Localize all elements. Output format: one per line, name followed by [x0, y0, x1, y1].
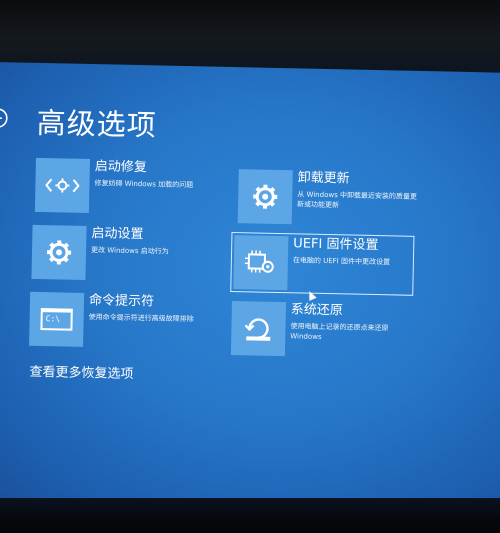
tile-uefi-firmware-settings[interactable]: UEFI 固件设置 在电脑的 UEFI 固件中更改设置 [230, 231, 415, 296]
chip-gear-icon [233, 235, 289, 291]
back-arrow-icon [0, 108, 8, 128]
gear-icon [31, 224, 87, 280]
tile-description: 修复妨碍 Windows 加载的问题 [94, 179, 194, 190]
tile-title: 卸载更新 [297, 170, 350, 187]
tile-description: 使用命令提示符进行高级故障排除 [88, 313, 194, 324]
tile-title: 命令提示符 [88, 293, 155, 310]
tile-description: 在电脑的 UEFI 固件中更改设置 [292, 256, 391, 267]
tile-title: 系统还原 [290, 302, 344, 319]
tile-title: 启动设置 [91, 226, 144, 243]
tile-uninstall-updates[interactable]: 卸载更新 从 Windows 中卸载最近安装的质量更 新或功能更新 [237, 169, 418, 227]
back-button[interactable] [0, 107, 9, 129]
gear-icon [237, 169, 293, 225]
monitor-bezel-bottom [0, 498, 500, 533]
tile-description-line-2: Windows [290, 332, 322, 341]
diagnose-icon [34, 157, 90, 214]
tile-command-prompt[interactable]: C:\ 命令提示符 使用命令提示符进行高级故障排除 [29, 291, 194, 349]
restore-icon [230, 301, 287, 357]
more-recovery-options-link[interactable]: 查看更多恢复选项 [29, 361, 133, 382]
tile-system-restore[interactable]: 系统还原 使用电脑上记录的还原点来还原 Windows [230, 301, 389, 358]
command-prompt-icon: C:\ [29, 291, 85, 347]
tile-description: 更改 Windows 启动行为 [90, 246, 169, 256]
tile-title: 启动修复 [94, 159, 147, 176]
mouse-cursor-icon [305, 289, 317, 301]
tile-startup-repair[interactable]: 启动修复 修复妨碍 Windows 加载的问题 [34, 157, 194, 215]
advanced-options-screen: 高级选项 启动修复 修复妨碍 Windows 加载的问题 卸载更新 从 Wind… [0, 62, 500, 513]
tile-title: UEFI 固件设置 [293, 236, 379, 254]
prompt-window: C:\ [40, 308, 73, 331]
tile-startup-settings[interactable]: 启动设置 更改 Windows 启动行为 [31, 224, 169, 282]
page-title: 高级选项 [36, 105, 158, 143]
monitor-bezel-top [0, 0, 500, 72]
tile-description-line-2: 新或功能更新 [297, 200, 340, 210]
